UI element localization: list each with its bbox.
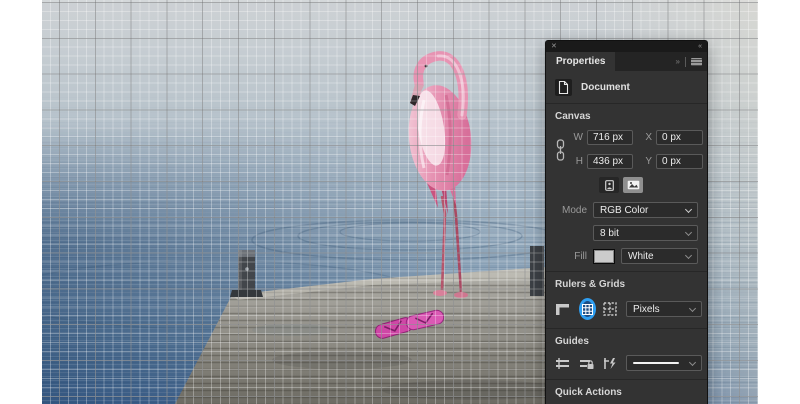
y-label: Y [637, 156, 652, 167]
tab-overflow-icon[interactable]: » [676, 57, 680, 66]
guides-row [555, 355, 698, 371]
canvas-section-header: Canvas [555, 111, 698, 122]
document-row: Document [555, 77, 698, 103]
x-field[interactable] [656, 130, 703, 145]
bit-depth-select[interactable]: 8 bit [593, 225, 698, 241]
divider [546, 271, 707, 272]
grid-icon[interactable] [579, 298, 596, 320]
orientation-buttons [599, 177, 698, 193]
tab-properties[interactable]: Properties [546, 52, 615, 71]
y-field[interactable] [656, 154, 703, 169]
bit-depth-row: 8 bit [555, 225, 698, 241]
guide-line-style-select[interactable] [626, 355, 702, 371]
panel-body: Document Canvas W X H Y [546, 71, 707, 404]
document-label: Document [581, 82, 630, 93]
width-label: W [570, 132, 583, 143]
rulers-grids-row: Pixels [555, 298, 698, 320]
height-label: H [570, 156, 583, 167]
fill-label: Fill [555, 251, 587, 262]
close-icon[interactable]: ✕ [551, 43, 557, 50]
dock-post-far [530, 246, 544, 296]
photoshop-workspace: ✕ « Properties » Document [0, 0, 800, 404]
new-guide-icon[interactable] [555, 357, 570, 370]
divider [546, 328, 707, 329]
chevron-down-icon [685, 252, 692, 259]
collapse-panel-icon[interactable]: « [698, 43, 702, 50]
panel-menu-icon[interactable] [691, 58, 702, 66]
divider [546, 379, 707, 380]
mode-label: Mode [555, 205, 587, 216]
clear-guides-icon[interactable] [603, 357, 617, 370]
properties-panel: ✕ « Properties » Document [545, 40, 708, 404]
width-field[interactable] [587, 130, 633, 145]
panel-titlebar: ✕ « [546, 41, 707, 52]
canvas-dimensions: W X H Y [555, 130, 698, 169]
portrait-orientation-icon[interactable] [599, 177, 619, 193]
panel-tabrow: Properties » [546, 52, 707, 71]
chevron-down-icon [685, 206, 692, 213]
fill-row: Fill White [555, 248, 698, 264]
chevron-down-icon [689, 305, 696, 312]
document-icon [555, 79, 572, 96]
color-mode-select[interactable]: RGB Color [593, 202, 698, 218]
divider [546, 103, 707, 104]
rulers-grids-header: Rulers & Grids [555, 279, 698, 290]
fill-color-swatch[interactable] [593, 249, 615, 264]
snap-grid-icon[interactable] [603, 302, 617, 316]
guides-header: Guides [555, 336, 698, 347]
dock-post [230, 250, 263, 297]
height-field[interactable] [587, 154, 633, 169]
lock-guides-icon[interactable] [579, 357, 594, 370]
line-style-sample [633, 362, 679, 364]
quick-actions-header: Quick Actions [555, 387, 698, 398]
fill-select[interactable]: White [621, 248, 698, 264]
grid-units-select[interactable]: Pixels [626, 301, 702, 317]
separator [685, 57, 686, 67]
chevron-down-icon [685, 229, 692, 236]
x-label: X [637, 132, 652, 143]
landscape-orientation-icon[interactable] [623, 177, 643, 193]
rulers-icon[interactable] [555, 303, 570, 316]
chevron-down-icon [689, 359, 696, 366]
link-dimensions-icon[interactable] [555, 139, 566, 161]
flamingo [404, 56, 477, 298]
mode-row: Mode RGB Color [555, 202, 698, 218]
